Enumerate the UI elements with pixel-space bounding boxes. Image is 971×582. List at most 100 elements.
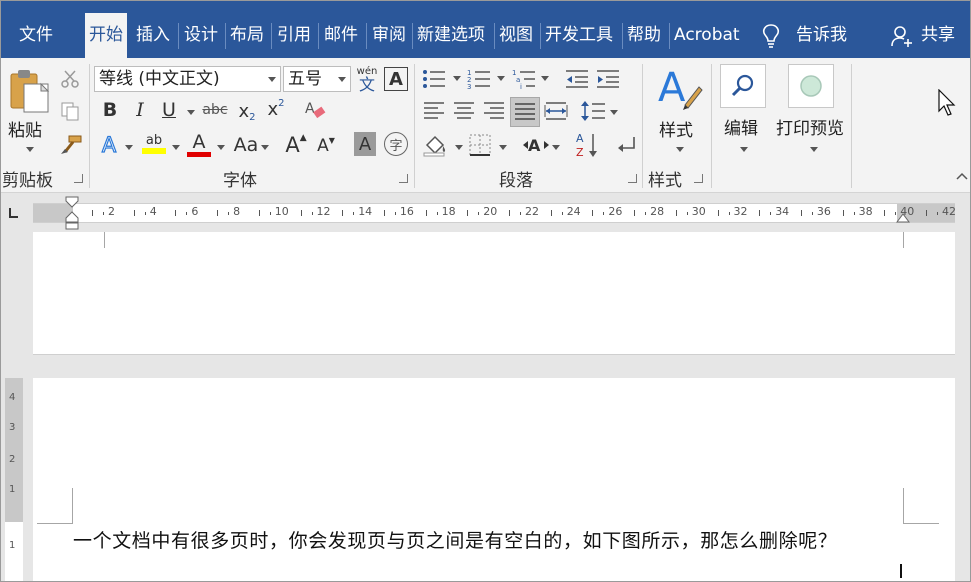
format-painter-icon[interactable] bbox=[59, 134, 83, 156]
paragraph-launcher-icon[interactable] bbox=[628, 174, 637, 183]
paste-label[interactable]: 粘贴 bbox=[8, 116, 42, 141]
bold-button[interactable]: B bbox=[99, 98, 121, 122]
clipboard-launcher-icon[interactable] bbox=[74, 174, 83, 183]
tab-layout[interactable]: 布局 bbox=[226, 13, 268, 58]
paste-icon[interactable] bbox=[9, 68, 51, 114]
ruler-number: 18 bbox=[441, 205, 456, 218]
vruler-number: 4 bbox=[9, 392, 16, 403]
tab-view[interactable]: 视图 bbox=[495, 13, 537, 58]
ruler-tick bbox=[853, 212, 855, 215]
horizontal-ruler[interactable]: 2 4 6 8 10 12 14 16 18 20 22 24 26 28 30 32 34 36 38 40 42 bbox=[1, 194, 970, 232]
ruler-tick bbox=[217, 210, 219, 216]
font-size-combo[interactable]: 五号 bbox=[283, 66, 351, 92]
ruler-tick bbox=[728, 212, 730, 215]
lightbulb-icon[interactable] bbox=[759, 23, 783, 49]
ruler-tick bbox=[561, 212, 563, 215]
copy-icon[interactable] bbox=[59, 100, 81, 122]
right-indent-marker-icon[interactable] bbox=[896, 210, 910, 224]
font-launcher-icon[interactable] bbox=[399, 174, 408, 183]
ruler-tick bbox=[478, 212, 480, 215]
ruler-tick bbox=[675, 210, 677, 216]
shrink-font-button[interactable]: A ▼ bbox=[315, 134, 337, 158]
print-preview-icon[interactable] bbox=[788, 64, 834, 108]
clipboard-group-label: 剪贴板 bbox=[2, 171, 53, 191]
ruler-tick bbox=[686, 212, 688, 215]
grow-font-button[interactable]: A ▲ bbox=[285, 132, 307, 158]
tab-design[interactable]: 设计 bbox=[180, 13, 222, 58]
justify-icon[interactable] bbox=[510, 97, 540, 127]
distributed-icon[interactable] bbox=[543, 100, 569, 122]
superscript-button[interactable]: x2 bbox=[264, 96, 288, 122]
tab-references[interactable]: 引用 bbox=[273, 13, 315, 58]
numbering-icon[interactable]: 123 bbox=[466, 68, 492, 90]
clear-formatting-icon[interactable]: A bbox=[303, 98, 327, 122]
increase-indent-icon[interactable] bbox=[595, 68, 621, 90]
ruler-tick bbox=[937, 212, 938, 215]
tab-review[interactable]: 审阅 bbox=[368, 13, 410, 58]
svg-text:i: i bbox=[520, 83, 522, 89]
font-name-combo[interactable]: 等线 (中文正文) bbox=[94, 66, 281, 92]
tab-developer[interactable]: 开发工具 bbox=[541, 13, 617, 58]
font-color-button[interactable]: A bbox=[186, 130, 212, 158]
vertical-ruler[interactable]: 4 3 2 1 1 bbox=[5, 378, 23, 581]
tab-help[interactable]: 帮助 bbox=[623, 13, 665, 58]
show-marks-icon[interactable] bbox=[613, 132, 639, 158]
ruler-tick bbox=[770, 212, 772, 215]
enclose-characters-button[interactable]: 字 bbox=[384, 132, 408, 156]
styles-label[interactable]: 样式 bbox=[659, 116, 693, 141]
line-spacing-icon[interactable] bbox=[579, 98, 607, 124]
character-border-button[interactable]: A bbox=[384, 67, 408, 91]
styles-gallery-icon[interactable]: A bbox=[656, 64, 704, 112]
tab-home[interactable]: 开始 bbox=[85, 13, 127, 58]
borders-icon[interactable] bbox=[467, 132, 493, 158]
ruler-number: 34 bbox=[775, 205, 790, 218]
svg-text:Z: Z bbox=[576, 146, 584, 159]
tab-selector-icon[interactable] bbox=[6, 206, 20, 220]
margin-corner bbox=[37, 488, 73, 524]
ruler-tick bbox=[425, 210, 427, 216]
chinese-layout-icon[interactable]: A bbox=[521, 132, 551, 158]
ruler-tick bbox=[811, 212, 813, 215]
share-button[interactable]: 共享 bbox=[917, 13, 959, 58]
align-left-icon[interactable] bbox=[422, 100, 446, 122]
tab-new-options[interactable]: 新建选项 bbox=[413, 13, 489, 58]
italic-button[interactable]: I bbox=[129, 98, 151, 122]
bullets-icon[interactable] bbox=[421, 68, 447, 90]
ruler-tick bbox=[186, 212, 188, 215]
tab-file[interactable]: 文件 bbox=[15, 13, 57, 58]
editing-label[interactable]: 编辑 bbox=[724, 114, 758, 139]
ruler-tick bbox=[592, 210, 594, 216]
ruler-tick bbox=[300, 210, 302, 216]
person-add-icon[interactable] bbox=[890, 23, 914, 49]
highlight-button[interactable]: ab bbox=[140, 130, 168, 158]
character-shading-button[interactable]: A bbox=[354, 132, 376, 156]
multilevel-list-icon[interactable]: 1ai bbox=[511, 68, 537, 90]
tab-acrobat[interactable]: Acrobat bbox=[670, 13, 744, 58]
ruler-number: 36 bbox=[816, 205, 831, 218]
find-icon[interactable] bbox=[720, 64, 766, 108]
page-1-bottom[interactable] bbox=[33, 232, 955, 355]
subscript-button[interactable]: x2 bbox=[235, 98, 259, 124]
tell-me-box[interactable]: 告诉我 bbox=[792, 13, 851, 58]
tab-mailings[interactable]: 邮件 bbox=[320, 13, 362, 58]
ruler-tick bbox=[645, 212, 647, 215]
decrease-indent-icon[interactable] bbox=[564, 68, 590, 90]
sort-icon[interactable]: AZ bbox=[575, 130, 601, 160]
cut-icon[interactable] bbox=[59, 68, 81, 90]
text-effects-button[interactable]: A bbox=[97, 132, 121, 158]
shading-bucket-icon[interactable] bbox=[422, 132, 450, 158]
change-case-button[interactable]: Aa bbox=[231, 132, 261, 158]
align-center-icon[interactable] bbox=[452, 100, 476, 122]
document-area[interactable]: 4 3 2 1 1 一个文档中有很多页时，你会发现页与页之间是有空白的，如下图所示，那怎… bbox=[1, 232, 970, 581]
document-paragraph[interactable]: 一个文档中有很多页时，你会发现页与页之间是有空白的，如下图所示，那怎么删除呢？ bbox=[73, 526, 837, 553]
styles-launcher-icon[interactable] bbox=[694, 174, 703, 183]
tab-insert[interactable]: 插入 bbox=[132, 13, 174, 58]
underline-button[interactable]: U bbox=[158, 98, 180, 122]
ruler-tick bbox=[228, 212, 230, 215]
collapse-ribbon-icon[interactable] bbox=[955, 170, 969, 182]
align-right-icon[interactable] bbox=[482, 100, 506, 122]
print-preview-label[interactable]: 打印预览 bbox=[776, 114, 844, 139]
phonetic-guide-button[interactable]: wén 文 bbox=[355, 66, 379, 94]
indent-marker-icon[interactable] bbox=[65, 196, 79, 230]
strikethrough-button[interactable]: abc bbox=[200, 98, 230, 122]
